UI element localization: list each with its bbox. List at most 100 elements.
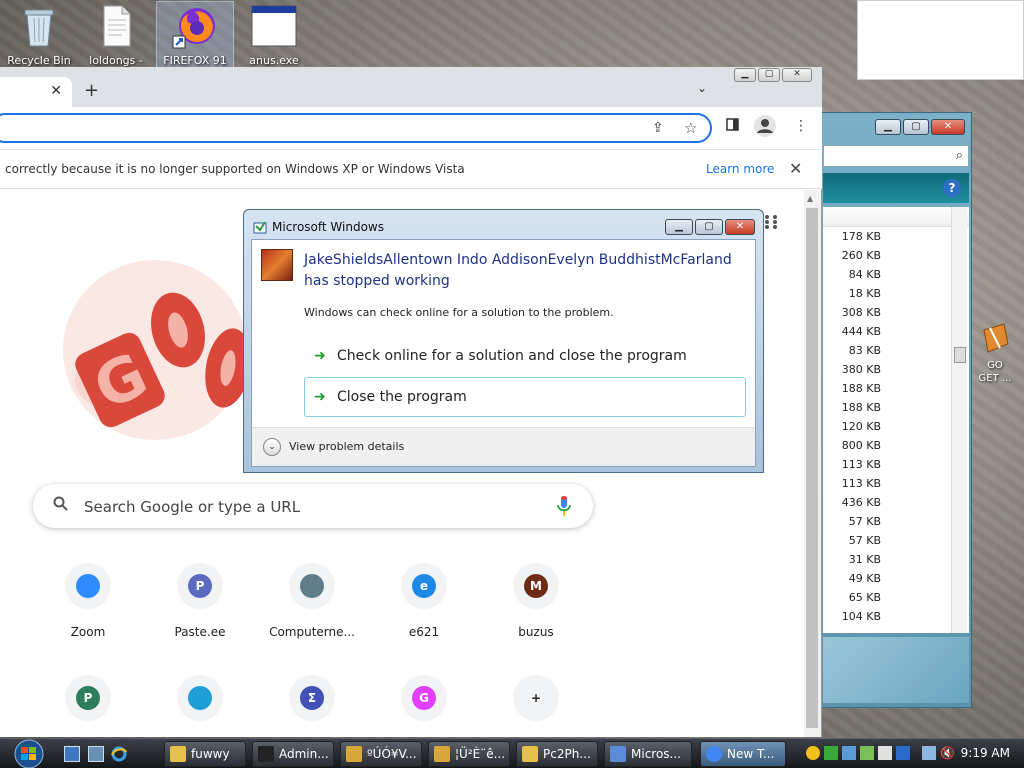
- shortcut-tile[interactable]: Computerne...: [257, 563, 367, 639]
- apps-grid-icon[interactable]: [764, 214, 778, 230]
- bookmark-star-icon[interactable]: ☆: [684, 119, 697, 137]
- minimize-button[interactable]: ▁: [665, 219, 693, 235]
- file-size-cell[interactable]: 178 KB: [823, 227, 969, 246]
- view-problem-details-link[interactable]: View problem details: [289, 440, 404, 453]
- file-size-cell[interactable]: 380 KB: [823, 360, 969, 379]
- error-dialog[interactable]: Microsoft Windows ▁ ▢ ✕ JakeShieldsAllen…: [243, 209, 764, 473]
- scrollbar-thumb[interactable]: [954, 347, 966, 363]
- system-tray: 🔇 9:19 AM: [802, 739, 1024, 768]
- tab-strip[interactable]: ✕ + ⌄ ▁ ▢ ✕: [0, 67, 822, 107]
- infobar-close-button[interactable]: ✕: [789, 159, 802, 178]
- chevron-down-icon[interactable]: ⌄: [263, 438, 281, 456]
- file-size-cell[interactable]: 18 KB: [823, 284, 969, 303]
- file-size-cell[interactable]: 188 KB: [823, 379, 969, 398]
- vertical-scrollbar[interactable]: [951, 207, 967, 633]
- desktop-icon-exe[interactable]: anus.exe: [236, 2, 312, 67]
- shortcut-tile[interactable]: Zoom: [33, 563, 143, 639]
- tray-shield-icon[interactable]: [896, 746, 910, 760]
- taskbar-button[interactable]: New T...: [700, 741, 786, 767]
- file-size-cell[interactable]: 49 KB: [823, 569, 969, 588]
- close-program-button[interactable]: ➜ Close the program: [304, 377, 746, 417]
- tray-green-icon[interactable]: [824, 746, 838, 760]
- taskbar-button[interactable]: fuwwy: [164, 741, 246, 767]
- tab-search-chevron-icon[interactable]: ⌄: [697, 81, 707, 95]
- maximize-button[interactable]: ▢: [758, 68, 780, 82]
- file-size-cell[interactable]: 113 KB: [823, 474, 969, 493]
- explorer-window[interactable]: ▁ ▢ ✕ ⌕ ? 178 KB 260 KB 84 KB 18 KB 308 KB 44…: [818, 112, 972, 708]
- voice-search-mic-icon[interactable]: [557, 494, 571, 518]
- tray-network-icon[interactable]: [842, 746, 856, 760]
- column-header[interactable]: [823, 207, 969, 227]
- maximize-button[interactable]: ▢: [903, 119, 929, 135]
- taskbar-button[interactable]: Pc2Ph...: [516, 741, 598, 767]
- shortcut-tile[interactable]: e e621: [369, 563, 479, 639]
- internet-explorer-icon[interactable]: [111, 746, 127, 762]
- taskbar-button[interactable]: Micros...: [604, 741, 692, 767]
- file-list[interactable]: 178 KB 260 KB 84 KB 18 KB 308 KB 444 KB 83 KB 3…: [823, 207, 969, 633]
- tab-new-tab[interactable]: ✕: [0, 77, 72, 107]
- check-online-button[interactable]: ➜ Check online for a solution and close …: [304, 336, 746, 376]
- taskbar-button[interactable]: Admin...: [252, 741, 334, 767]
- page-scrollbar[interactable]: ▲: [804, 190, 821, 737]
- close-button[interactable]: ✕: [931, 119, 965, 135]
- taskbar-button[interactable]: ºÚÓ¥V...: [340, 741, 422, 767]
- start-button[interactable]: [8, 739, 50, 768]
- volume-muted-icon[interactable]: 🔇: [940, 746, 955, 760]
- shortcut-tile[interactable]: +: [481, 675, 591, 737]
- file-size-cell[interactable]: 188 KB: [823, 398, 969, 417]
- tray-smiley-icon[interactable]: [806, 746, 820, 760]
- desktop-icon-recycle-bin[interactable]: Recycle Bin: [1, 2, 77, 67]
- address-bar[interactable]: ⇪ ☆: [0, 113, 712, 143]
- file-size-cell[interactable]: 57 KB: [823, 512, 969, 531]
- switch-windows-icon[interactable]: [88, 746, 104, 762]
- tab-close-button[interactable]: ✕: [50, 83, 62, 99]
- file-size-cell[interactable]: 444 KB: [823, 322, 969, 341]
- file-size-cell[interactable]: 57 KB: [823, 531, 969, 550]
- ntp-search-box[interactable]: Search Google or type a URL: [33, 484, 593, 528]
- google-doodle[interactable]: G: [60, 220, 250, 440]
- side-panel-icon[interactable]: [726, 118, 739, 135]
- file-size-cell[interactable]: 308 KB: [823, 303, 969, 322]
- new-tab-button[interactable]: +: [84, 80, 99, 101]
- file-size-cell[interactable]: 83 KB: [823, 341, 969, 360]
- search-input[interactable]: ⌕: [823, 145, 969, 167]
- shortcut-favicon: M: [524, 574, 548, 598]
- menu-kebab-icon[interactable]: ⋮: [794, 118, 808, 134]
- scrollbar-thumb[interactable]: [806, 208, 818, 728]
- taskbar-clock[interactable]: 9:19 AM: [961, 746, 1010, 760]
- scroll-up-arrow-icon[interactable]: ▲: [807, 194, 813, 203]
- file-size-cell[interactable]: 436 KB: [823, 493, 969, 512]
- show-desktop-icon[interactable]: [64, 746, 80, 762]
- shortcut-tile[interactable]: Σ: [257, 675, 367, 737]
- tray-app-icon[interactable]: [860, 746, 874, 760]
- file-size-cell[interactable]: 800 KB: [823, 436, 969, 455]
- minimize-button[interactable]: ▁: [734, 68, 756, 82]
- help-icon[interactable]: ?: [943, 179, 961, 197]
- taskbar-button[interactable]: ¦Ü²È¨ê...: [428, 741, 510, 767]
- desktop-icon-document[interactable]: loldongs -: [78, 2, 154, 67]
- file-size-cell[interactable]: 120 KB: [823, 417, 969, 436]
- close-button[interactable]: ✕: [782, 68, 812, 82]
- file-size-cell[interactable]: 113 KB: [823, 455, 969, 474]
- desktop-icon-partial[interactable]: GO GET ...: [966, 320, 1024, 385]
- shortcut-tile[interactable]: P Paste.ee: [145, 563, 255, 639]
- shortcut-tile[interactable]: G: [369, 675, 479, 737]
- shortcut-tile[interactable]: P: [33, 675, 143, 737]
- file-size-cell[interactable]: 84 KB: [823, 265, 969, 284]
- close-button[interactable]: ✕: [725, 219, 755, 235]
- file-size-cell[interactable]: 31 KB: [823, 550, 969, 569]
- learn-more-link[interactable]: Learn more: [706, 162, 774, 176]
- folder-icon: [170, 746, 186, 762]
- file-size-cell[interactable]: 65 KB: [823, 588, 969, 607]
- shortcut-tile[interactable]: Mbuzus: [481, 563, 591, 639]
- desktop-icon-firefox[interactable]: FIREFOX 91: [156, 1, 234, 68]
- maximize-button[interactable]: ▢: [695, 219, 723, 235]
- shortcut-tile[interactable]: [145, 675, 255, 737]
- tray-device-icon[interactable]: [878, 746, 892, 760]
- file-size-cell[interactable]: 104 KB: [823, 607, 969, 626]
- minimize-button[interactable]: ▁: [875, 119, 901, 135]
- file-size-cell[interactable]: 260 KB: [823, 246, 969, 265]
- share-icon[interactable]: ⇪: [652, 120, 664, 136]
- tray-monitor-icon[interactable]: [922, 746, 936, 760]
- profile-avatar-icon[interactable]: [754, 115, 776, 141]
